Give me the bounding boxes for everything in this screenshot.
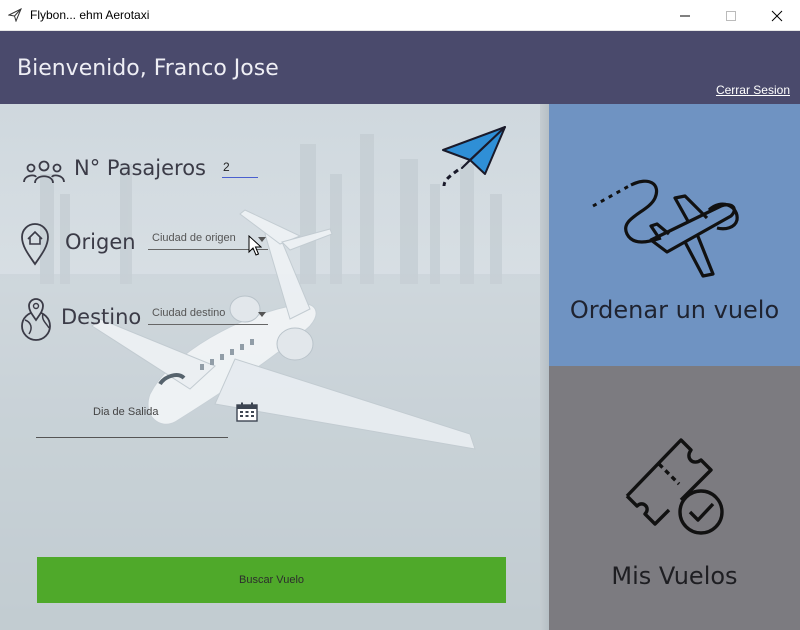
- departure-date-field[interactable]: Dia de Salida: [36, 396, 228, 438]
- order-flight-tile[interactable]: Ordenar un vuelo: [549, 104, 800, 366]
- passengers-label: N° Pasajeros: [74, 156, 206, 180]
- destination-label: Destino: [61, 305, 142, 329]
- panel-divider: [540, 104, 549, 630]
- app-header: Bienvenido, Franco Jose Cerrar Sesion: [0, 31, 800, 104]
- airplane-route-icon: [592, 179, 739, 278]
- window-title: Flybon... ehm Aerotaxi: [30, 8, 150, 22]
- search-panel: N° Pasajeros Origen Ciudad de origen Des…: [0, 104, 549, 630]
- app-paper-plane-icon: [8, 8, 22, 22]
- order-flight-label: Ordenar un vuelo: [569, 296, 780, 324]
- ticket-check-icon: [625, 438, 724, 535]
- window-titlebar: Flybon... ehm Aerotaxi: [0, 0, 800, 31]
- maximize-icon: [726, 11, 736, 21]
- destination-select-text: Ciudad destino: [152, 307, 226, 319]
- welcome-title: Bienvenido, Franco Jose: [17, 56, 279, 81]
- origin-label: Origen: [65, 230, 136, 254]
- passengers-input[interactable]: [222, 156, 258, 178]
- destination-select[interactable]: Ciudad destino: [148, 303, 268, 325]
- minimize-button[interactable]: [662, 0, 708, 31]
- close-icon: [771, 10, 783, 22]
- search-flight-button[interactable]: Buscar Vuelo: [37, 557, 506, 603]
- people-icon: [23, 160, 65, 184]
- origin-select-text: Ciudad de origen: [152, 232, 236, 244]
- mouse-cursor-icon: [248, 235, 262, 256]
- chevron-down-icon: [258, 312, 266, 317]
- calendar-icon[interactable]: [236, 402, 258, 422]
- my-flights-label: Mis Vuelos: [611, 562, 738, 590]
- globe-pin-icon: [21, 298, 51, 341]
- my-flights-tile[interactable]: Mis Vuelos: [549, 366, 800, 630]
- maximize-button[interactable]: [708, 0, 754, 31]
- minimize-icon: [680, 15, 690, 17]
- logout-link[interactable]: Cerrar Sesion: [716, 83, 790, 97]
- close-button[interactable]: [754, 0, 800, 31]
- paper-plane-icon: [442, 126, 506, 187]
- departure-date-placeholder: Dia de Salida: [93, 406, 159, 418]
- home-pin-icon: [21, 223, 49, 266]
